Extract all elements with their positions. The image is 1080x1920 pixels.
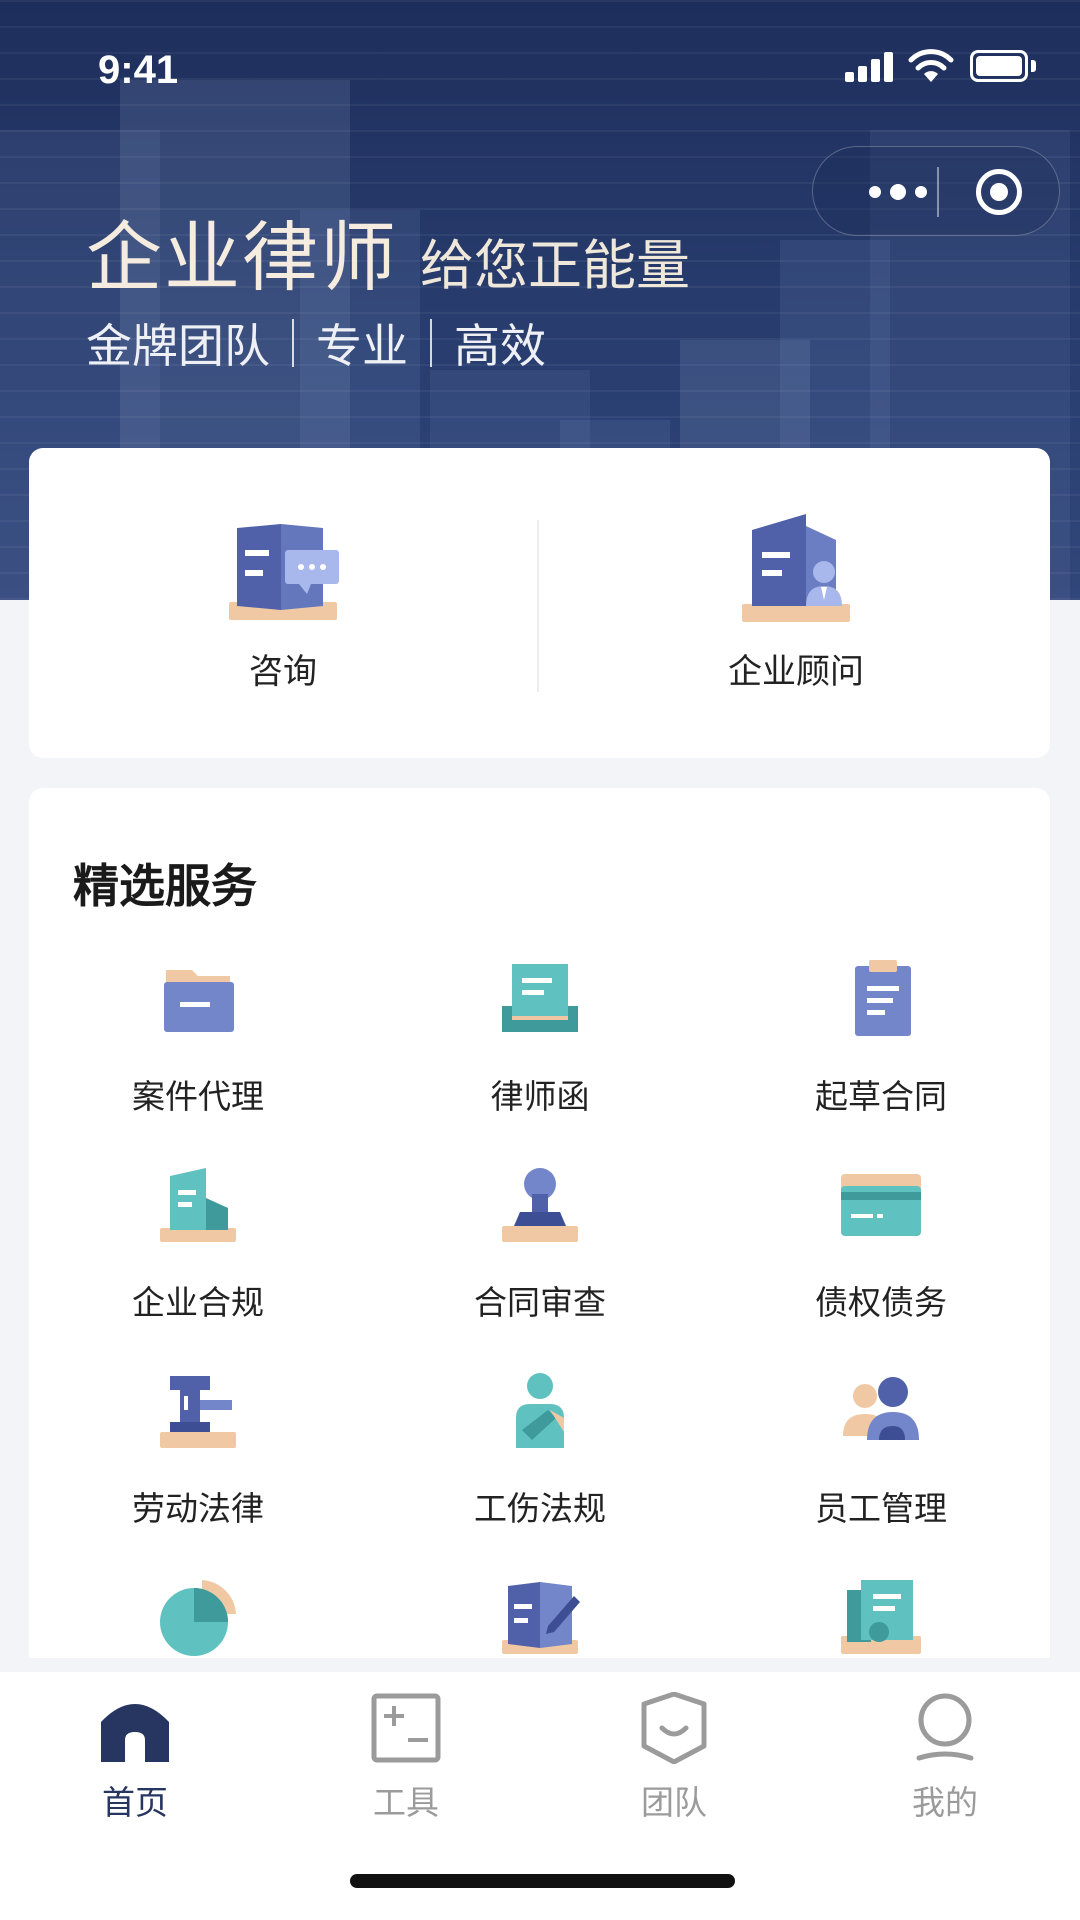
services-grid: 案件代理 律师函 起草合同 企业合规 合同审查 债权债务 劳动法律 工伤法规 员… (29, 788, 1050, 1658)
consult-label: 咨询 (249, 652, 317, 692)
wifi-icon (908, 49, 954, 82)
building-icon (160, 1168, 236, 1242)
book-edit-icon (502, 1582, 580, 1654)
top-actions-card: 咨询 企业顾问 (29, 448, 1050, 758)
service-label: 案件代理 (132, 1077, 264, 1116)
consult-button[interactable]: 咨询 (29, 448, 537, 758)
hero-title: 企业律师 给您正能量 (86, 196, 690, 306)
service-contract-review[interactable]: 合同审查 (390, 1164, 690, 1344)
hero-subtitle-part: 高效 (454, 319, 546, 373)
cellular-signal-icon (845, 52, 897, 82)
more-icon[interactable] (853, 175, 943, 209)
hero-subtitle-part: 金牌团队 (86, 319, 270, 373)
service-label: 工伤法规 (474, 1489, 606, 1528)
status-time: 9:41 (98, 48, 179, 92)
service-label: 起草合同 (815, 1077, 947, 1116)
service-item[interactable] (731, 1576, 1031, 1658)
service-labor-law[interactable]: 劳动法律 (48, 1370, 348, 1550)
tab-label: 我的 (912, 1783, 978, 1822)
hero-subtitle: 金牌团队 专业 高效 (86, 310, 546, 376)
tab-team[interactable]: 团队 (574, 1692, 774, 1822)
enterprise-advisor-label: 企业顾问 (728, 652, 864, 692)
letter-tray-icon (502, 964, 578, 1032)
service-lawyer-letter[interactable]: 律师函 (390, 958, 690, 1138)
status-bar: 9:41 (0, 0, 1080, 140)
service-label: 合同审查 (474, 1283, 606, 1322)
tab-home[interactable]: 首页 (35, 1692, 235, 1822)
tab-label: 首页 (102, 1783, 168, 1822)
tab-label: 团队 (641, 1783, 707, 1822)
service-work-injury[interactable]: 工伤法规 (390, 1370, 690, 1550)
battery-icon (970, 50, 1036, 82)
services-card: 精选服务 案件代理 律师函 起草合同 企业合规 合同审查 债权债务 劳动法律 工… (29, 788, 1050, 1658)
mini-program-capsule (812, 146, 1060, 236)
clipboard-icon (855, 960, 911, 1036)
home-indicator[interactable] (350, 1874, 735, 1888)
hero-title-tag: 给您正能量 (420, 234, 690, 297)
service-label: 企业合规 (132, 1283, 264, 1322)
tab-mine[interactable]: 我的 (845, 1692, 1045, 1822)
service-label: 律师函 (490, 1077, 590, 1116)
service-item[interactable] (48, 1576, 348, 1658)
gavel-icon (160, 1376, 236, 1448)
card-icon (841, 1174, 921, 1236)
service-enterprise-compliance[interactable]: 企业合规 (48, 1164, 348, 1344)
service-debt-claims[interactable]: 债权债务 (731, 1164, 1031, 1344)
enterprise-advisor-button[interactable]: 企业顾问 (542, 448, 1050, 758)
people-icon (843, 1377, 919, 1440)
folder-icon (164, 970, 234, 1032)
shield-team-icon (641, 1692, 707, 1764)
service-label: 劳动法律 (132, 1489, 264, 1528)
stamp-icon (502, 1168, 578, 1242)
tab-label: 工具 (373, 1783, 439, 1822)
hero-subtitle-part: 专业 (316, 319, 408, 373)
consult-book-icon (229, 524, 339, 620)
close-target-icon[interactable] (976, 169, 1022, 215)
documents-icon (841, 1580, 921, 1654)
service-label: 债权债务 (815, 1283, 947, 1322)
service-label: 员工管理 (815, 1489, 947, 1528)
tools-icon (371, 1693, 441, 1763)
home-icon (101, 1704, 169, 1762)
service-draft-contract[interactable]: 起草合同 (731, 958, 1031, 1138)
tab-tools[interactable]: 工具 (306, 1692, 506, 1822)
service-item[interactable] (390, 1576, 690, 1658)
service-staff-management[interactable]: 员工管理 (731, 1370, 1031, 1550)
service-case-agency[interactable]: 案件代理 (48, 958, 348, 1138)
hero-title-main: 企业律师 (86, 213, 398, 302)
enterprise-advisor-icon (742, 514, 850, 622)
user-icon (916, 1693, 974, 1761)
pie-chart-icon (160, 1580, 236, 1656)
injured-person-icon (516, 1373, 564, 1448)
